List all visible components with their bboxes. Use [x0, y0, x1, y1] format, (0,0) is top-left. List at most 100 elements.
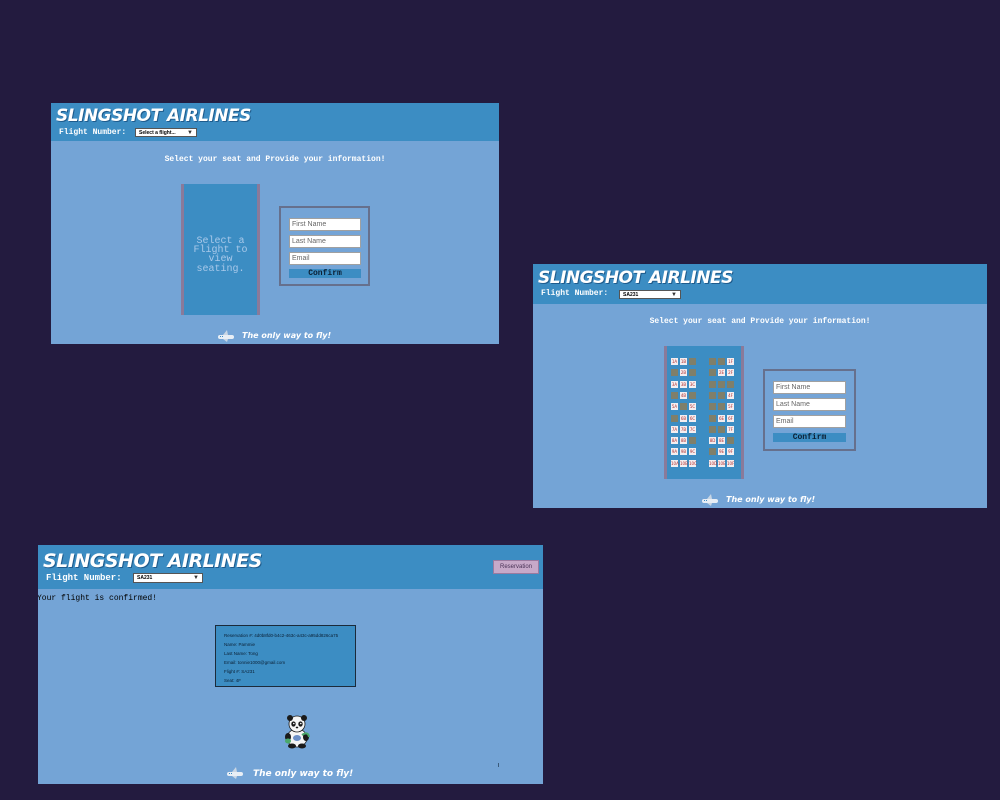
- seat-9F[interactable]: 9F: [727, 448, 734, 456]
- flight-number-label: Flight Number:: [59, 128, 127, 137]
- seat-9D[interactable]: [709, 448, 716, 456]
- reservation-last-name: Last Name: Tong: [224, 651, 258, 656]
- seat-map: Select a Flight to view seating.: [181, 184, 260, 315]
- seat-8E[interactable]: 8E: [718, 437, 725, 445]
- panel-seat-selection: SLINGSHOT AIRLINES Flight Number: SA231 …: [533, 264, 987, 508]
- first-name-input[interactable]: First Name: [289, 218, 361, 231]
- seat-8D[interactable]: 8D: [709, 437, 716, 445]
- flight-select[interactable]: SA231 ▼: [133, 573, 203, 583]
- seat-3F[interactable]: [727, 380, 734, 388]
- reservation-button[interactable]: Reservation: [493, 560, 539, 574]
- seat-3C[interactable]: 3C: [689, 380, 696, 388]
- plane-icon: [702, 494, 718, 506]
- seat-2B[interactable]: 2B: [680, 369, 687, 377]
- seat-2E[interactable]: 2E: [718, 369, 725, 377]
- seat-6A[interactable]: [671, 414, 678, 422]
- seat-4A[interactable]: [671, 391, 678, 399]
- email-input[interactable]: Email: [289, 252, 361, 265]
- seat-4D[interactable]: [709, 391, 716, 399]
- last-name-input[interactable]: Last Name: [773, 398, 846, 411]
- seat-7B[interactable]: 7B: [680, 425, 687, 433]
- seat-5F[interactable]: 5F: [727, 403, 734, 411]
- seat-6C[interactable]: 6C: [689, 414, 696, 422]
- seat-5E[interactable]: [718, 403, 725, 411]
- email-input[interactable]: Email: [773, 415, 846, 428]
- page-heading: Select your seat and Provide your inform…: [164, 155, 386, 164]
- seat-6D[interactable]: [709, 414, 716, 422]
- seat-6B[interactable]: 6B: [680, 414, 687, 422]
- seat-7F[interactable]: 7F: [727, 425, 734, 433]
- seat-7E[interactable]: [718, 425, 725, 433]
- flight-select[interactable]: Select a flight... ▼: [135, 128, 197, 137]
- seat-7D[interactable]: [709, 425, 716, 433]
- page-heading: Select your seat and Provide your inform…: [649, 317, 871, 326]
- seat-10E[interactable]: 10E: [718, 459, 726, 467]
- seat-8A[interactable]: 8A: [671, 437, 678, 445]
- seat-4B[interactable]: 4B: [680, 391, 687, 399]
- seat-8C[interactable]: [689, 437, 696, 445]
- seat-3B[interactable]: 3B: [680, 380, 687, 388]
- reservation-seat: Seat: 4F: [224, 678, 242, 683]
- reservation-details: Reservation #: 4d0b8fd0-b4c2-463c-a43c-a…: [215, 625, 356, 687]
- confirm-button[interactable]: Confirm: [289, 269, 361, 278]
- seat-6E[interactable]: 6E: [718, 414, 725, 422]
- seat-7C[interactable]: 7C: [689, 425, 696, 433]
- seat-10F[interactable]: 10F: [727, 459, 734, 467]
- confirm-button[interactable]: Confirm: [773, 433, 846, 442]
- seat-9C[interactable]: 9C: [689, 448, 696, 456]
- chevron-down-icon: ▼: [193, 575, 199, 581]
- seat-2C[interactable]: [689, 369, 696, 377]
- tagline: The only way to fly!: [242, 331, 332, 340]
- seat-5B[interactable]: [680, 403, 687, 411]
- seat-1C[interactable]: [689, 358, 696, 365]
- seat-2D[interactable]: [709, 369, 716, 377]
- reservation-email: Email: tonnie1000@gmail.com: [224, 660, 286, 665]
- seat-4C[interactable]: [689, 391, 696, 399]
- tagline: The only way to fly!: [253, 769, 354, 779]
- flight-select-value: SA231: [137, 575, 153, 581]
- seat-map: 1A 1B 1F 2B 2E 2F 3A 3B 3C 4B 4F 5A 5C 5F 6B 6C 6E 6F 7A 7B…: [664, 346, 744, 479]
- seat-9E[interactable]: 9E: [718, 448, 725, 456]
- passenger-form: First Name Last Name Email Confirm: [763, 369, 856, 451]
- seat-10B[interactable]: 10B: [680, 459, 688, 467]
- seat-3A[interactable]: 3A: [671, 380, 678, 388]
- last-name-input[interactable]: Last Name: [289, 235, 361, 248]
- seat-2F[interactable]: 2F: [727, 369, 734, 377]
- seat-1E[interactable]: [718, 358, 725, 365]
- seat-7A[interactable]: 7A: [671, 425, 678, 433]
- seat-5A[interactable]: 5A: [671, 403, 678, 411]
- seat-1A[interactable]: 1A: [671, 358, 678, 365]
- seat-4F[interactable]: 4F: [727, 391, 734, 399]
- passenger-form: First Name Last Name Email Confirm: [279, 206, 370, 286]
- plane-icon: [218, 330, 234, 342]
- cursor-marker: [498, 763, 499, 767]
- flight-select-value: Select a flight...: [139, 129, 176, 136]
- seat-9A[interactable]: 9A: [671, 448, 678, 456]
- seat-10C[interactable]: 10C: [689, 459, 697, 467]
- seat-5D[interactable]: [709, 403, 716, 411]
- brand-logo: SLINGSHOT AIRLINES: [538, 268, 733, 288]
- flight-select[interactable]: SA231 ▼: [619, 290, 681, 299]
- seat-8B[interactable]: 8B: [680, 437, 687, 445]
- seat-8F[interactable]: [727, 437, 734, 445]
- seat-3E[interactable]: [718, 380, 725, 388]
- seat-4E[interactable]: [718, 391, 725, 399]
- header: SLINGSHOT AIRLINES Flight Number: SA231 …: [533, 264, 987, 304]
- seat-10A[interactable]: 10A: [671, 459, 679, 467]
- seat-5C[interactable]: 5C: [689, 403, 696, 411]
- first-name-input[interactable]: First Name: [773, 381, 846, 394]
- tagline: The only way to fly!: [726, 495, 816, 504]
- seat-10D[interactable]: 10D: [709, 459, 717, 467]
- seat-1D[interactable]: [709, 358, 716, 365]
- chevron-down-icon: ▼: [187, 129, 193, 136]
- reservation-flight: Flight #: SA231: [224, 669, 255, 674]
- seat-3D[interactable]: [709, 380, 716, 388]
- seat-2A[interactable]: [671, 369, 678, 377]
- seat-6F[interactable]: 6F: [727, 414, 734, 422]
- seat-1F[interactable]: 1F: [727, 358, 734, 365]
- panda-mascot-icon: [285, 715, 310, 749]
- reservation-number: Reservation #: 4d0b8fd0-b4c2-463c-a43c-a…: [224, 633, 339, 638]
- seat-9B[interactable]: 9B: [680, 448, 687, 456]
- seat-1B[interactable]: 1B: [680, 358, 687, 365]
- panel-confirmation: SLINGSHOT AIRLINES Flight Number: SA231 …: [38, 545, 543, 784]
